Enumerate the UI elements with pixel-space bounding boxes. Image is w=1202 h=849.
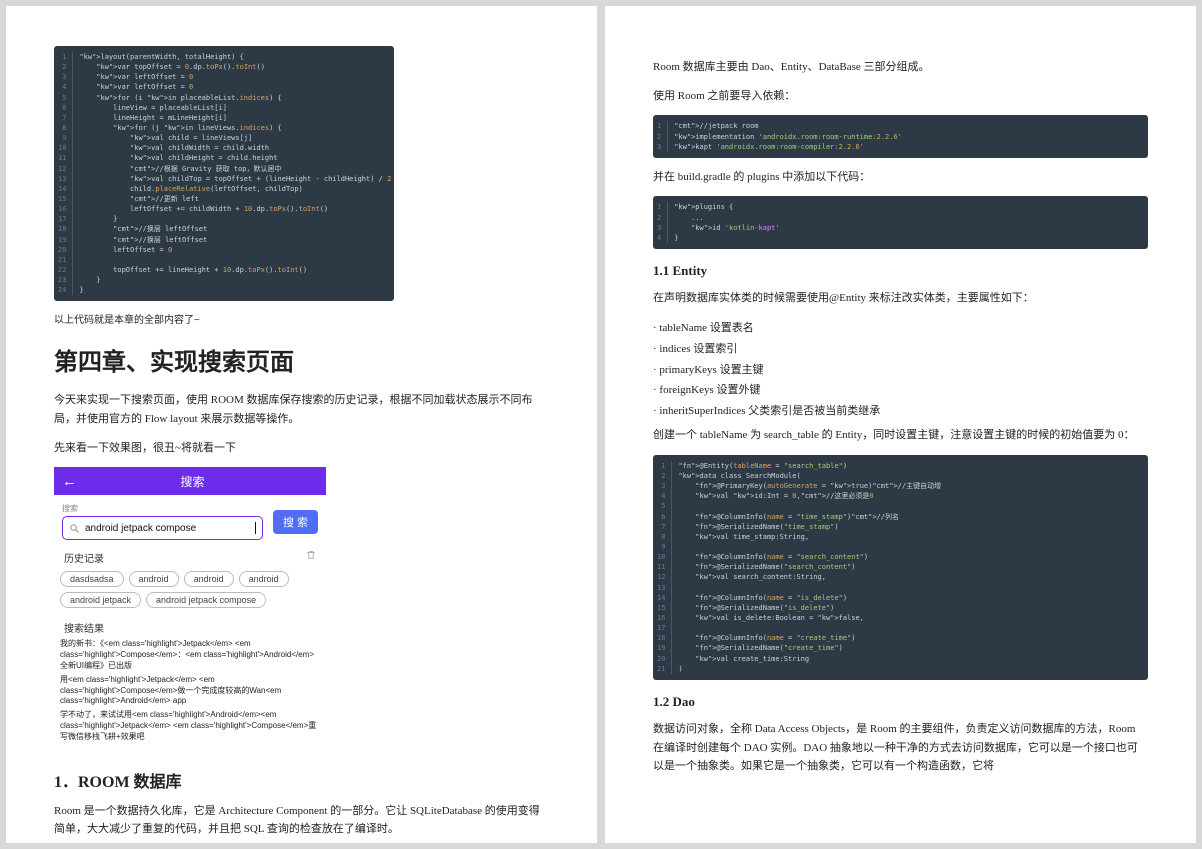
history-chip[interactable]: android xyxy=(184,571,234,587)
section-1-1-title: 1.1 Entity xyxy=(653,263,1148,279)
search-icon xyxy=(69,523,80,534)
right-p2: 使用 Room 之前要导入依赖： xyxy=(653,87,1148,106)
history-chip[interactable]: android xyxy=(129,571,179,587)
code-block-layout: 1 2 3 4 5 6 7 8 9 10 11 12 13 14 15 16 1… xyxy=(54,46,394,301)
code-line-numbers: 1 2 3 xyxy=(657,121,668,151)
text-cursor xyxy=(255,522,256,534)
section-1-title: 1．ROOM 数据库 xyxy=(54,768,549,792)
right-p6: 数据访问对象，全称 Data Access Objects，是 Room 的主要… xyxy=(653,720,1148,776)
bullet-item: · tableName 设置表名 xyxy=(653,318,1148,339)
history-chip[interactable]: android jetpack compose xyxy=(146,592,266,608)
history-chip[interactable]: android jetpack xyxy=(60,592,141,608)
appbar-title: 搜索 xyxy=(85,473,300,490)
bullet-item: · indices 设置索引 xyxy=(653,339,1148,360)
code-line-numbers: 1 2 3 4 xyxy=(657,202,668,243)
section-1-paragraph: Room 是一个数据持久化库，它是 Architecture Component… xyxy=(54,802,549,839)
code-block-deps: 1 2 3 "cmt">//jetpack room "kw">implemen… xyxy=(653,115,1148,157)
history-chip[interactable]: android xyxy=(239,571,289,587)
result-row[interactable]: 我的新书：《<em class='highlight'>Jetpack</em>… xyxy=(60,637,320,672)
right-p1: Room 数据库主要由 Dao、Entity、DataBase 三部分组成。 xyxy=(653,58,1148,77)
chapter-title: 第四章、实现搜索页面 xyxy=(54,342,549,377)
app-screenshot: ← 搜索 搜索 android jetpack compose 搜 索 历史记录… xyxy=(54,467,326,749)
app-bar: ← 搜索 xyxy=(54,467,326,495)
history-label-row: 历史记录 xyxy=(54,546,326,567)
history-chip[interactable]: dasdsadsa xyxy=(60,571,124,587)
code-body: "cmt">//jetpack room "kw">implementation… xyxy=(674,121,1140,151)
page-right: Room 数据库主要由 Dao、Entity、DataBase 三部分组成。 使… xyxy=(605,6,1196,843)
search-row: 搜索 android jetpack compose 搜 索 xyxy=(54,495,326,546)
history-label: 历史记录 xyxy=(64,550,104,565)
right-p4: 在声明数据库实体类的时候需要使用@Entity 来标注改实体类，主要属性如下： xyxy=(653,289,1148,308)
result-row[interactable]: 学不动了，来试试用<em class='highlight'>Android</… xyxy=(60,708,320,743)
entity-bullets: · tableName 设置表名· indices 设置索引· primaryK… xyxy=(653,318,1148,422)
bullet-item: · inheritSuperIndices 父类索引是否被当前类继承 xyxy=(653,401,1148,422)
search-button[interactable]: 搜 索 xyxy=(273,510,318,534)
right-p5: 创建一个 tableName 为 search_table 的 Entity，同… xyxy=(653,426,1148,445)
delete-icon[interactable] xyxy=(306,550,316,560)
section-1-2-title: 1.2 Dao xyxy=(653,694,1148,710)
intro-paragraph-2: 先来看一下效果图，很丑~将就看一下 xyxy=(54,439,549,458)
code-block-entity: 1 2 3 4 5 6 7 8 9 10 11 12 13 14 15 16 1… xyxy=(653,455,1148,680)
code-block-plugins: 1 2 3 4 "kw">plugins { ... "kw">id 'kotl… xyxy=(653,196,1148,249)
search-results: 我的新书：《<em class='highlight'>Jetpack</em>… xyxy=(54,637,326,749)
code-line-numbers: 1 2 3 4 5 6 7 8 9 10 11 12 13 14 15 16 1… xyxy=(657,461,672,674)
bullet-item: · foreignKeys 设置外键 xyxy=(653,380,1148,401)
search-input[interactable]: android jetpack compose xyxy=(62,516,263,540)
code-line-numbers: 1 2 3 4 5 6 7 8 9 10 11 12 13 14 15 16 1… xyxy=(58,52,73,295)
code-body: "kw">plugins { ... "kw">id 'kotlin-kapt'… xyxy=(674,202,1140,243)
bullet-item: · primaryKeys 设置主键 xyxy=(653,360,1148,381)
results-label-row: 搜索结果 xyxy=(54,616,326,637)
results-label: 搜索结果 xyxy=(64,620,104,635)
result-row[interactable]: 用<em class='highlight'>Jetpack</em> <em … xyxy=(60,673,320,708)
note-text: 以上代码就是本章的全部内容了~ xyxy=(54,311,549,326)
page-left: 1 2 3 4 5 6 7 8 9 10 11 12 13 14 15 16 1… xyxy=(6,6,597,843)
code-body: "fn">@Entity(tableName = "search_table")… xyxy=(678,461,1140,674)
search-input-value: android jetpack compose xyxy=(85,523,254,534)
intro-paragraph-1: 今天来实现一下搜索页面，使用 ROOM 数据库保存搜索的历史记录，根据不同加载状… xyxy=(54,391,549,428)
code-body: "kw">layout(parentWidth, totalHeight) { … xyxy=(79,52,391,295)
search-hint: 搜索 xyxy=(62,503,263,514)
history-chips: dasdsadsa android android android android je… xyxy=(54,567,326,616)
back-arrow-icon[interactable]: ← xyxy=(62,473,77,490)
right-p3: 并在 build.gradle 的 plugins 中添加以下代码： xyxy=(653,168,1148,187)
